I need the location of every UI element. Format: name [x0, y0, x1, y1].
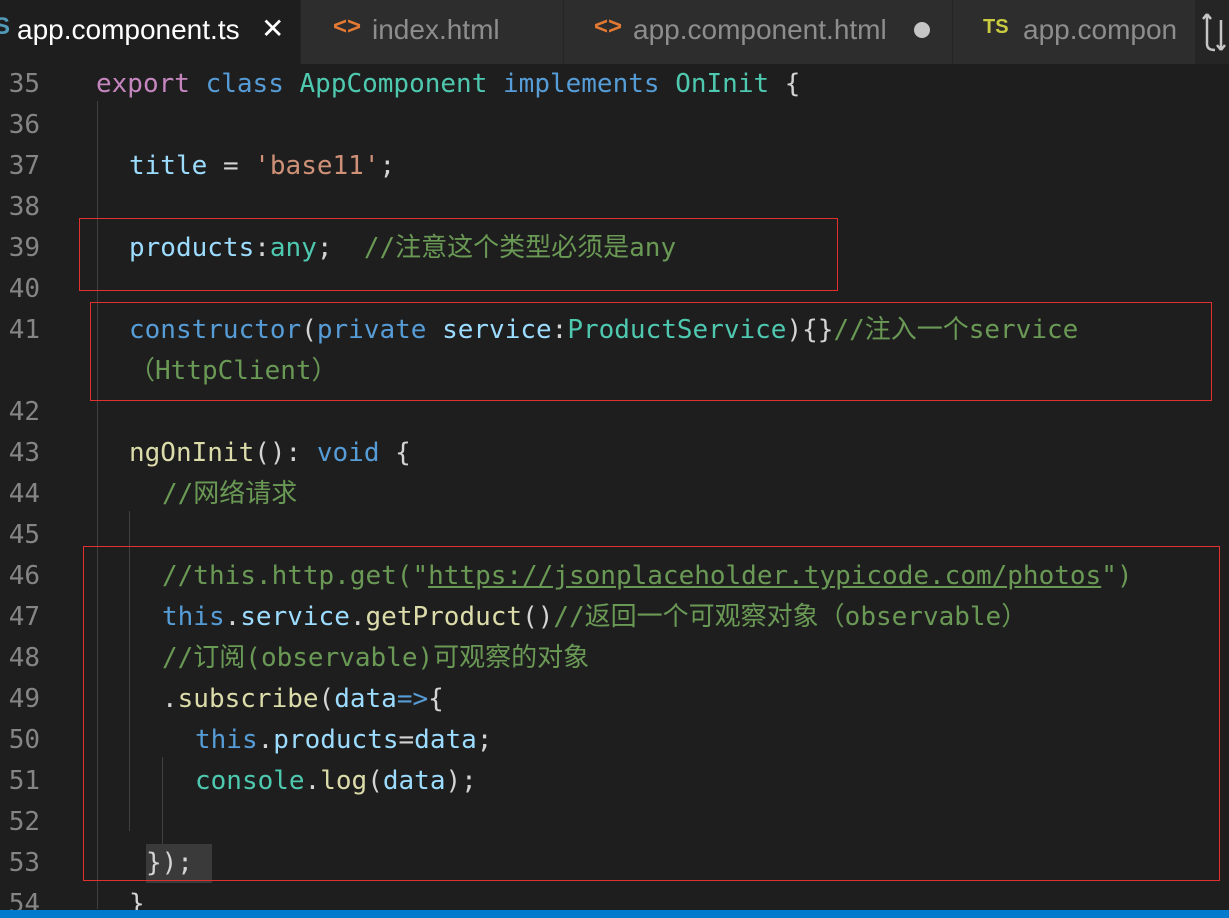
tab-label: app.compon — [1023, 14, 1178, 45]
line-number: 45 — [8, 520, 40, 550]
line-number: 40 — [8, 274, 40, 304]
annotation-box-subscribe — [83, 546, 1220, 881]
code-line: 54 } — [0, 884, 1229, 910]
line-number: 38 — [8, 192, 40, 222]
line-number: 35 — [8, 69, 40, 99]
close-tab-icon[interactable]: ✕ — [261, 12, 284, 45]
code-text: export class AppComponent implements OnI… — [96, 69, 801, 99]
git-compare-icon[interactable] — [1201, 8, 1229, 56]
line-number: 49 — [8, 684, 40, 714]
line-number: 39 — [8, 233, 40, 263]
line-number: 41 — [8, 315, 40, 345]
tab-app-component-ts[interactable]: S app.component.ts ✕ — [0, 0, 300, 64]
code-text: } — [129, 889, 145, 910]
line-number: 43 — [8, 438, 40, 468]
code-text: title = 'base11'; — [129, 151, 396, 181]
tab-label: app.component.html — [633, 14, 887, 45]
tab-app-component-html[interactable]: <> app.component.html — [564, 0, 952, 64]
line-number: 47 — [8, 602, 40, 632]
status-bar — [0, 910, 1229, 918]
line-number: 53 — [8, 848, 40, 878]
tab-label: index.html — [372, 14, 500, 45]
code-line: 36 — [0, 105, 1229, 146]
line-number: 50 — [8, 725, 40, 755]
code-text: //网络请求 — [162, 479, 298, 509]
unsaved-changes-dot-icon[interactable] — [914, 22, 930, 38]
typescript-file-icon: S — [0, 13, 11, 40]
line-number: 48 — [8, 643, 40, 673]
code-line: 35 export class AppComponent implements … — [0, 64, 1229, 105]
line-number: 46 — [8, 561, 40, 591]
line-number: 54 — [8, 889, 40, 910]
code-line: 43 ngOnInit(): void { — [0, 433, 1229, 474]
line-number: 36 — [8, 110, 40, 140]
line-number: 52 — [8, 807, 40, 837]
line-number: 51 — [8, 766, 40, 796]
tab-index-html[interactable]: <> index.html — [301, 0, 563, 64]
line-number: 44 — [8, 479, 40, 509]
html-file-icon: <> — [594, 13, 623, 40]
code-editor[interactable]: 35 export class AppComponent implements … — [0, 64, 1229, 910]
tab-app-component-other[interactable]: TS app.compon — [953, 0, 1195, 64]
tab-label: app.component.ts — [17, 14, 240, 45]
line-number: 42 — [8, 397, 40, 427]
code-line: 37 title = 'base11'; — [0, 146, 1229, 187]
line-number: 37 — [8, 151, 40, 181]
code-line: 44 //网络请求 — [0, 474, 1229, 515]
code-text: ngOnInit(): void { — [129, 438, 411, 468]
annotation-box-constructor — [90, 302, 1212, 401]
typescript-file-icon: TS — [983, 16, 1009, 38]
html-file-icon: <> — [333, 13, 362, 40]
editor-tab-bar: S app.component.ts ✕ <> index.html <> ap… — [0, 0, 1229, 64]
annotation-box-products — [79, 218, 838, 291]
